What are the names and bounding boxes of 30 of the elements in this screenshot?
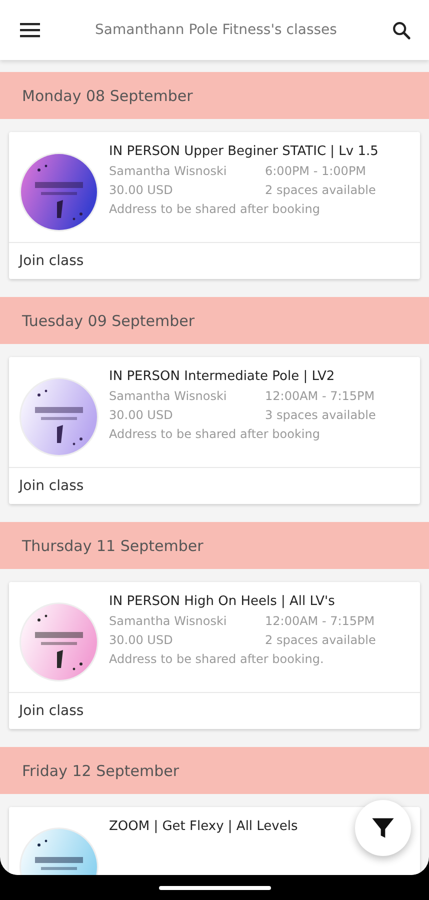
- date-header: Monday 08 September: [0, 72, 429, 119]
- class-title: ZOOM | Get Flexy | All Levels: [109, 819, 298, 834]
- page-title: Samanthann Pole Fitness's classes: [94, 22, 338, 38]
- class-title: IN PERSON Upper Beginer STATIC | Lv 1.5: [109, 144, 378, 159]
- date-header: Friday 12 September: [0, 747, 429, 794]
- date-header: Tuesday 09 September: [0, 297, 429, 344]
- class-title: IN PERSON Intermediate Pole | LV2: [109, 369, 336, 384]
- spaces-available: 2 spaces available: [265, 633, 376, 647]
- address-note: Address to be shared after booking.: [109, 652, 325, 666]
- instructor-name: Samantha Wisnoski: [109, 164, 228, 178]
- spaces-available: 3 spaces available: [265, 408, 376, 422]
- spaces-available: 2 spaces available: [265, 183, 376, 197]
- instructor-name: Samantha Wisnoski: [109, 614, 228, 628]
- address-note: Address to be shared after booking: [109, 427, 321, 441]
- menu-icon[interactable]: [20, 22, 40, 38]
- class-time: 6:00PM - 1:00PM: [265, 164, 366, 178]
- class-price: 30.00 USD: [109, 183, 174, 197]
- instructor-name: Samantha Wisnoski: [109, 389, 228, 403]
- class-time: 12:00AM - 7:15PM: [265, 614, 375, 628]
- join-class-button[interactable]: Join class: [9, 468, 420, 504]
- search-icon[interactable]: [392, 20, 411, 40]
- join-class-button[interactable]: Join class: [9, 693, 420, 729]
- join-class-button[interactable]: Join class: [9, 243, 420, 279]
- class-price: 30.00 USD: [109, 633, 174, 647]
- class-time: 12:00AM - 7:15PM: [265, 389, 375, 403]
- home-handle[interactable]: [158, 886, 270, 890]
- address-note: Address to be shared after booking: [109, 202, 321, 216]
- class-price: 30.00 USD: [109, 408, 174, 422]
- date-header: Thursday 11 September: [0, 522, 429, 569]
- class-title: IN PERSON High On Heels | All LV's: [109, 594, 336, 609]
